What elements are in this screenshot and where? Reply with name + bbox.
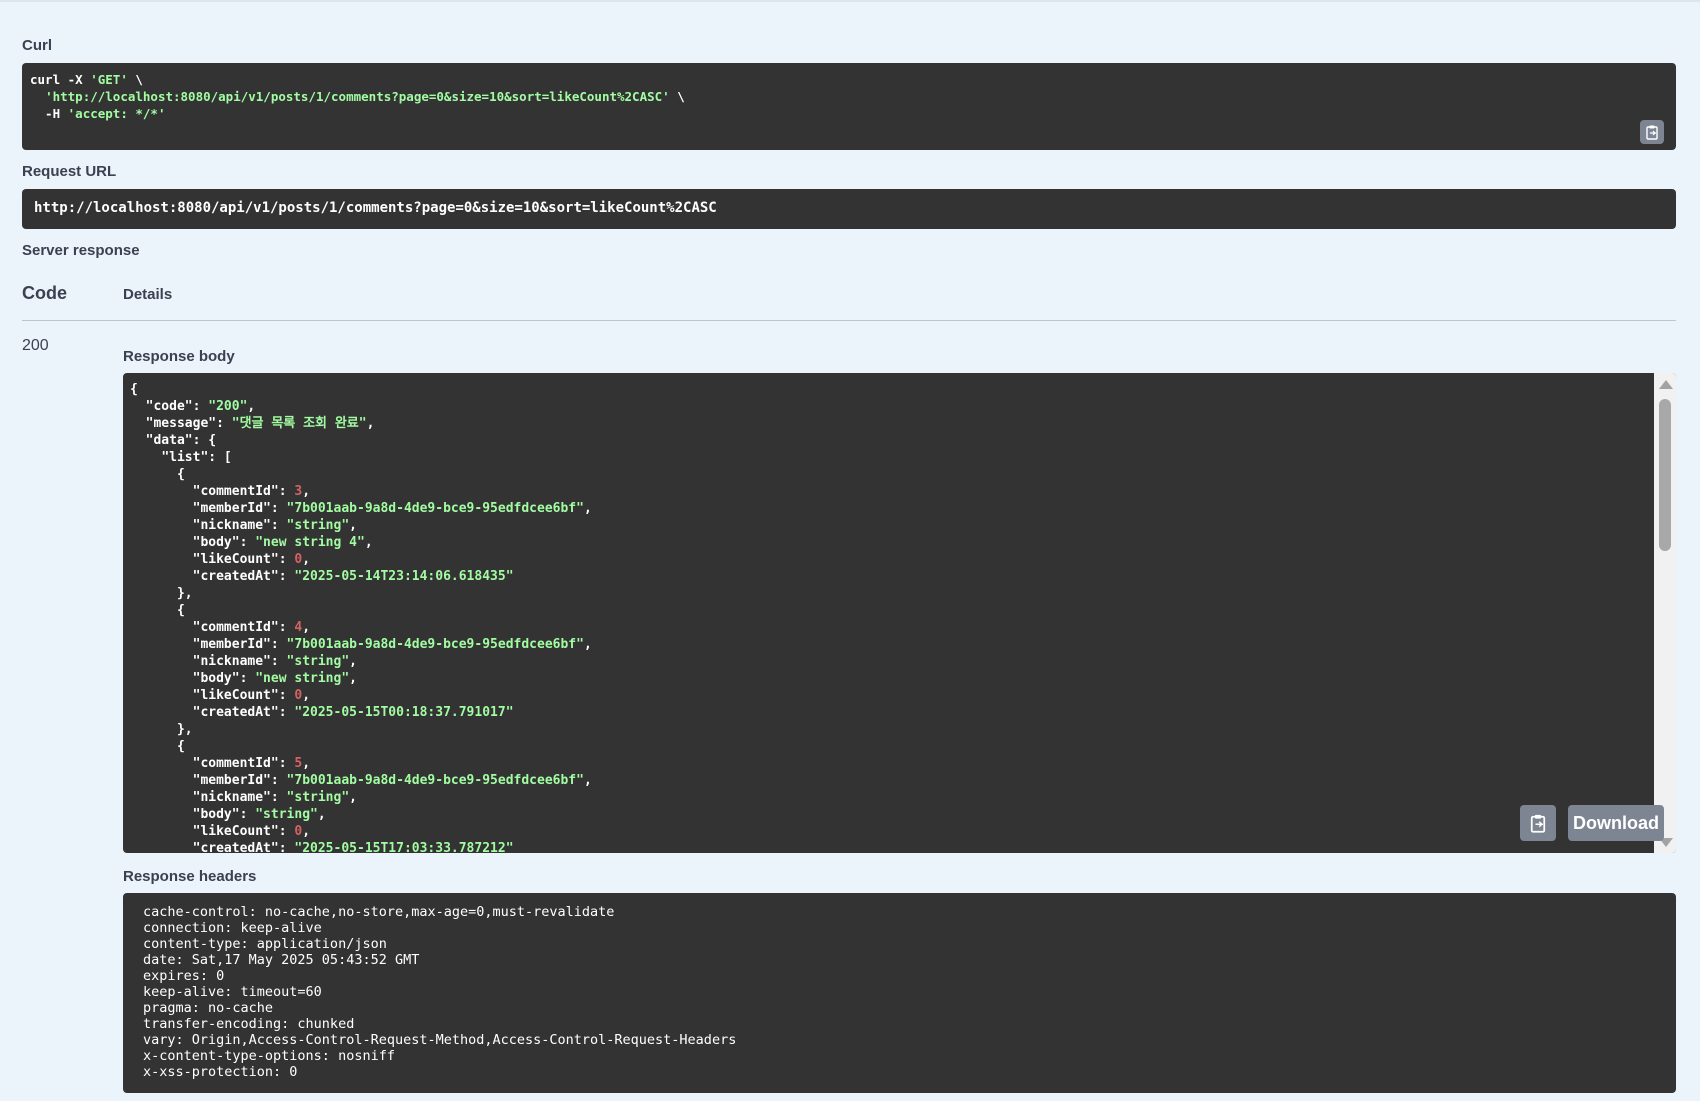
response-headers-box[interactable]: cache-control: no-cache,no-store,max-age… bbox=[123, 893, 1676, 1093]
json-number: 4 bbox=[294, 620, 303, 635]
json-string: "2025-05-15T00:18:37.791017" bbox=[294, 705, 514, 720]
json-string: "new string 4" bbox=[255, 535, 365, 550]
response-headers-list: cache-control: no-cache,no-store,max-age… bbox=[143, 904, 1656, 1080]
curl-command-box[interactable]: curl -X 'GET' \ 'http://localhost:8080/a… bbox=[22, 63, 1676, 150]
json-string: "200" bbox=[208, 399, 248, 414]
top-divider bbox=[0, 0, 1700, 2]
json-key: "list" bbox=[161, 450, 209, 465]
curl-text: curl -X bbox=[30, 72, 91, 87]
response-body-box[interactable]: { "code": "200", "message": "댓글 목록 조회 완료… bbox=[123, 373, 1676, 853]
header-line: x-content-type-options: nosniff bbox=[143, 1048, 395, 1064]
header-line: date: Sat,17 May 2025 05:43:52 GMT bbox=[143, 952, 420, 968]
json-key: "code" bbox=[145, 399, 193, 414]
response-body-label: Response body bbox=[123, 348, 235, 365]
header-line: cache-control: no-cache,no-store,max-age… bbox=[143, 904, 615, 920]
json-string: "댓글 목록 조회 완료" bbox=[231, 416, 367, 431]
code-column-header: Code bbox=[22, 283, 67, 303]
curl-method: 'GET' bbox=[90, 72, 128, 87]
json-number: 3 bbox=[294, 484, 303, 499]
details-column-header: Details bbox=[123, 286, 173, 303]
json-string: "string" bbox=[286, 518, 350, 533]
json-string: "string" bbox=[255, 807, 318, 822]
json-string: "string" bbox=[286, 654, 350, 669]
request-url-label: Request URL bbox=[22, 163, 117, 180]
curl-url: 'http://localhost:8080/api/v1/posts/1/co… bbox=[45, 89, 670, 104]
header-line: keep-alive: timeout=60 bbox=[143, 984, 322, 1000]
curl-label: Curl bbox=[22, 37, 52, 54]
request-url-box[interactable]: http://localhost:8080/api/v1/posts/1/com… bbox=[22, 189, 1676, 229]
clipboard-icon bbox=[1530, 814, 1546, 833]
json-number: 0 bbox=[294, 824, 303, 839]
curl-line-continuation: \ bbox=[127, 72, 143, 87]
response-status-code: 200 bbox=[22, 337, 49, 354]
header-line: transfer-encoding: chunked bbox=[143, 1016, 355, 1032]
json-number: 5 bbox=[294, 756, 303, 771]
json-number: 0 bbox=[294, 688, 303, 703]
table-divider bbox=[22, 320, 1676, 321]
json-string: "7b001aab-9a8d-4de9-bce9-95edfdcee6bf" bbox=[286, 637, 584, 652]
json-string: "2025-05-14T23:14:06.618435" bbox=[294, 569, 514, 584]
copy-response-button[interactable] bbox=[1520, 805, 1556, 841]
curl-command: curl -X 'GET' \ 'http://localhost:8080/a… bbox=[30, 71, 1668, 122]
header-line: content-type: application/json bbox=[143, 936, 387, 952]
header-line: expires: 0 bbox=[143, 968, 225, 984]
json-string: "new string" bbox=[255, 671, 350, 686]
curl-header-flag: -H bbox=[30, 106, 68, 121]
header-line: vary: Origin,Access-Control-Request-Meth… bbox=[143, 1032, 737, 1048]
header-line: pragma: no-cache bbox=[143, 1000, 274, 1016]
response-body-json: { "code": "200", "message": "댓글 목록 조회 완료… bbox=[130, 381, 1669, 853]
json-key: "message" bbox=[145, 416, 217, 431]
response-body-scrollbar[interactable] bbox=[1654, 373, 1676, 853]
json-string: "7b001aab-9a8d-4de9-bce9-95edfdcee6bf" bbox=[286, 501, 584, 516]
server-response-label: Server response bbox=[22, 242, 140, 259]
clipboard-icon bbox=[1646, 125, 1658, 140]
scrollbar-thumb[interactable] bbox=[1659, 399, 1671, 551]
response-headers-label: Response headers bbox=[123, 868, 257, 885]
header-line: connection: keep-alive bbox=[143, 920, 322, 936]
json-string: "string" bbox=[286, 790, 350, 805]
scroll-up-arrow-icon[interactable] bbox=[1659, 380, 1673, 389]
curl-line-continuation: \ bbox=[669, 89, 685, 104]
json-string: "7b001aab-9a8d-4de9-bce9-95edfdcee6bf" bbox=[286, 773, 584, 788]
header-line: x-xss-protection: 0 bbox=[143, 1064, 298, 1080]
json-string: "2025-05-15T17:03:33.787212" bbox=[294, 841, 514, 853]
download-button[interactable]: Download bbox=[1568, 805, 1664, 841]
request-url-value: http://localhost:8080/api/v1/posts/1/com… bbox=[34, 200, 717, 216]
json-key: "data" bbox=[145, 433, 193, 448]
curl-accept-header: 'accept: */*' bbox=[67, 106, 166, 121]
json-number: 0 bbox=[294, 552, 303, 567]
copy-curl-button[interactable] bbox=[1640, 120, 1664, 144]
